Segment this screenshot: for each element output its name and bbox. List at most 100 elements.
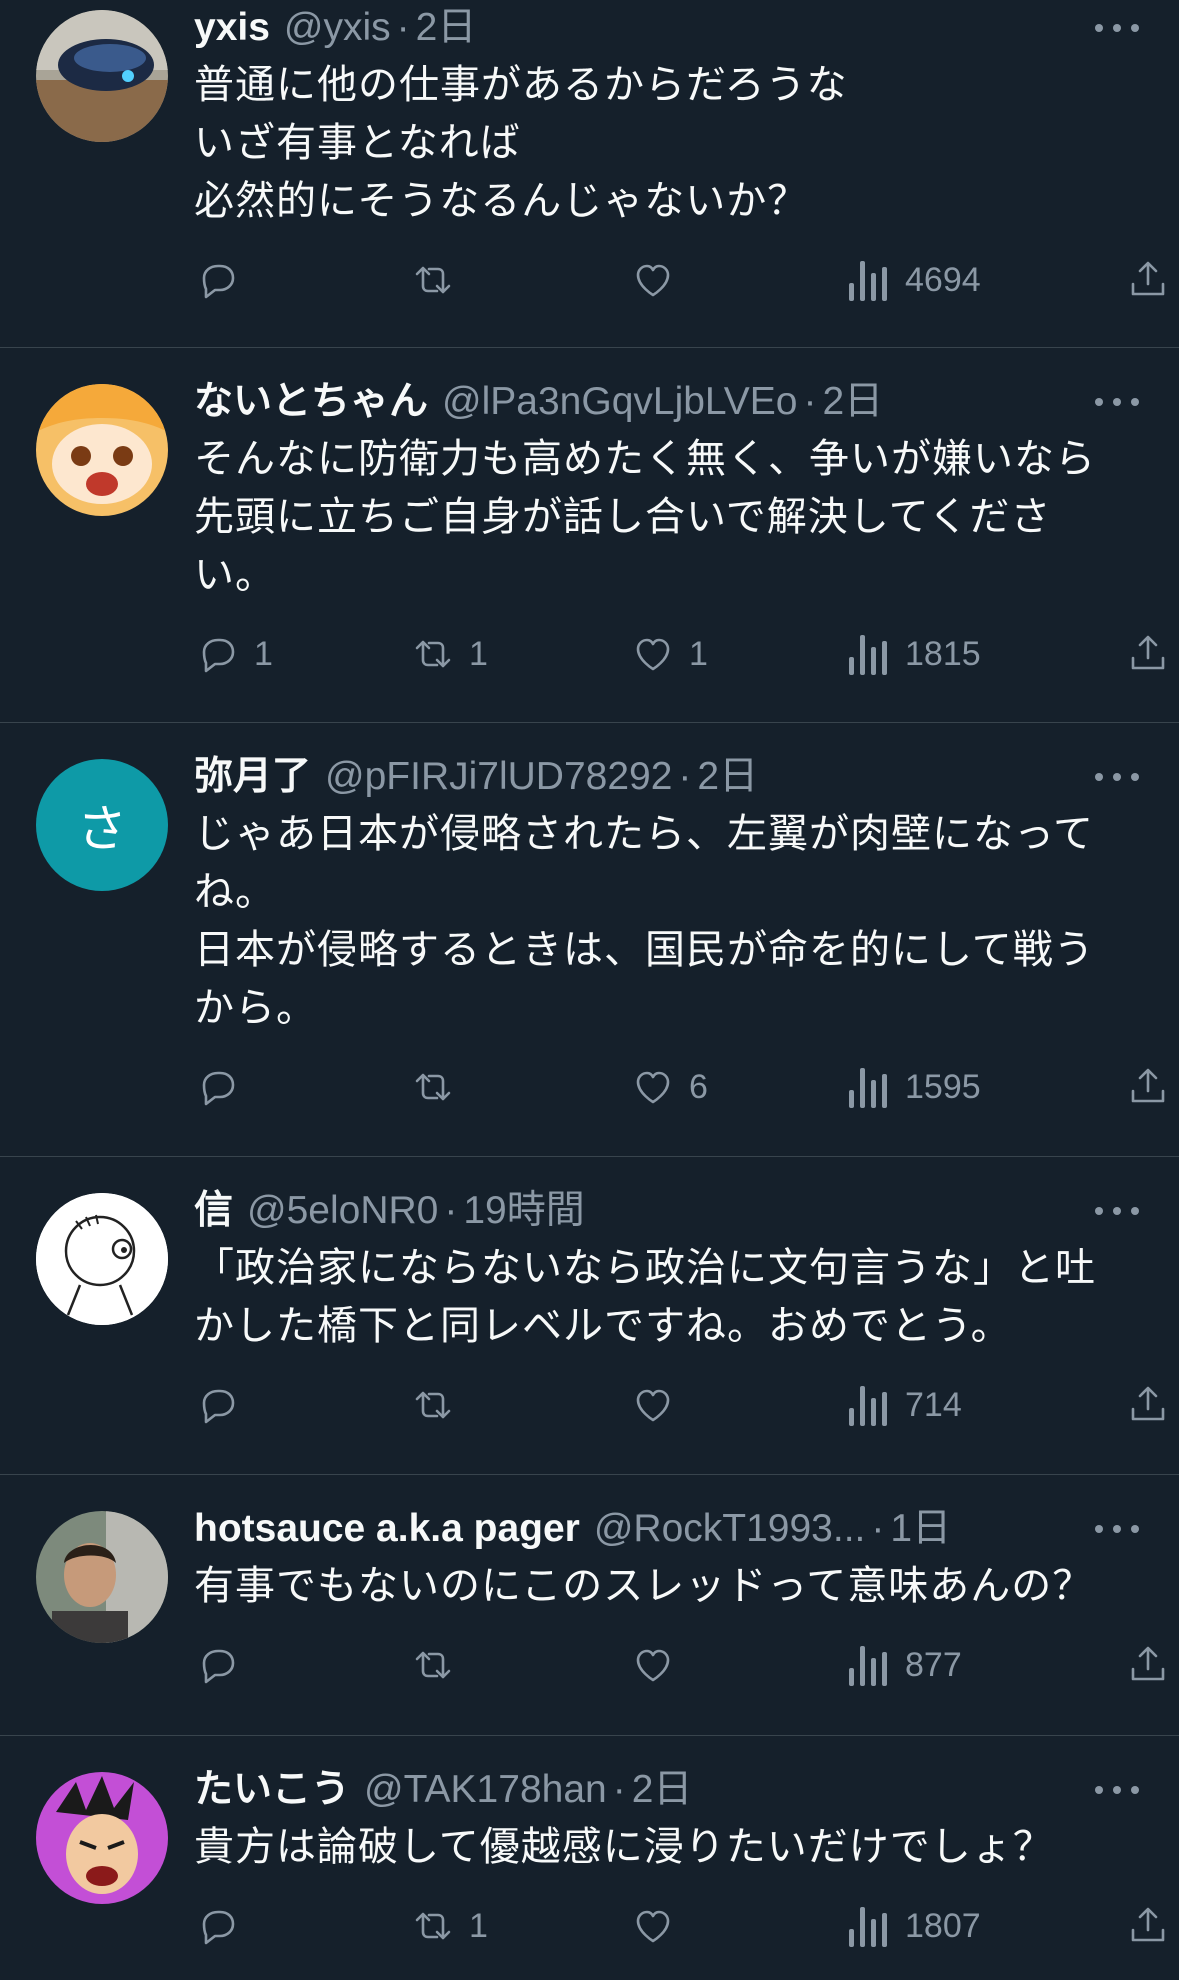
tweet[interactable]: hotsauce a.k.a pager @RockT1993... · 1日 … <box>0 1475 1179 1736</box>
separator-dot: · <box>803 380 817 423</box>
reply-button[interactable] <box>194 250 254 310</box>
like-button[interactable] <box>629 250 689 310</box>
views-button[interactable]: 1815 <box>849 624 981 684</box>
reply-button[interactable] <box>194 1896 254 1956</box>
retweet-icon <box>415 640 451 668</box>
timestamp[interactable]: 2日 <box>416 0 477 56</box>
retweet-count: 1 <box>469 634 488 673</box>
views-icon <box>849 1644 893 1686</box>
timestamp[interactable]: 2日 <box>697 749 758 805</box>
tweet-text: 有事でもないのにこのスレッドって意味あんの？ <box>194 1564 1094 1608</box>
reply-button[interactable] <box>194 1057 254 1117</box>
like-button[interactable] <box>629 1375 689 1435</box>
tweet-text: そんなに防衛力も高めたく無く、争いが嫌いなら 先頭に立ちご自身が話し合いで解決し… <box>194 437 1096 597</box>
display-name[interactable]: yxis <box>194 0 270 56</box>
retweet-button[interactable]: 1 <box>409 624 488 684</box>
action-bar: 4694 <box>194 250 1165 310</box>
tweet[interactable]: yxis @yxis · 2日 普通に他の仕事があるからだろうな いざ有事となれ… <box>0 0 1179 348</box>
display-name[interactable]: ないとちゃん <box>194 374 428 430</box>
more-options-icon[interactable] <box>1095 0 1139 56</box>
like-count: 6 <box>689 1067 708 1106</box>
avatar[interactable]: さ <box>36 759 168 891</box>
tweet[interactable]: 信 @5eloNR0 · 19時間 「政治家にならないなら政治に文句言うな」と吐… <box>0 1157 1179 1475</box>
tweet-header: ないとちゃん @lPa3nGqvLjbLVEo · 2日 <box>194 374 1143 430</box>
like-button[interactable] <box>629 1896 689 1956</box>
timestamp[interactable]: 2日 <box>632 1762 693 1818</box>
more-options-icon[interactable] <box>1095 749 1139 805</box>
user-handle[interactable]: @TAK178han <box>364 1762 607 1818</box>
retweet-icon <box>415 1073 451 1101</box>
view-count: 1815 <box>905 634 981 673</box>
share-button[interactable] <box>1124 624 1172 684</box>
reply-button[interactable] <box>194 1375 254 1435</box>
avatar[interactable] <box>36 10 168 142</box>
separator-dot: · <box>612 1768 626 1811</box>
retweet-button[interactable]: 1 <box>409 1896 488 1956</box>
more-options-icon[interactable] <box>1095 1501 1139 1557</box>
action-bar: 714 <box>194 1375 1165 1435</box>
views-button[interactable]: 1807 <box>849 1896 981 1956</box>
like-button[interactable]: 1 <box>629 624 708 684</box>
views-button[interactable]: 877 <box>849 1635 962 1695</box>
share-button[interactable] <box>1124 1375 1172 1435</box>
share-button[interactable] <box>1124 250 1172 310</box>
display-name[interactable]: たいこう <box>194 1762 350 1818</box>
user-handle[interactable]: @yxis <box>284 0 391 56</box>
retweet-button[interactable] <box>409 1375 469 1435</box>
like-button[interactable]: 6 <box>629 1057 708 1117</box>
timestamp[interactable]: 2日 <box>822 374 883 430</box>
user-handle[interactable]: @lPa3nGqvLjbLVEo <box>442 374 797 430</box>
retweet-button[interactable] <box>409 250 469 310</box>
more-options-icon[interactable] <box>1095 374 1139 430</box>
action-bar: 877 <box>194 1635 1165 1695</box>
tweet[interactable]: さ 弥月了 @pFIRJi7lUD78292 · 2日 じゃあ日本が侵略されたら… <box>0 723 1179 1157</box>
retweet-icon <box>415 1391 451 1419</box>
share-icon <box>1131 1386 1165 1421</box>
reply-icon <box>202 1649 235 1684</box>
timestamp[interactable]: 1日 <box>890 1501 951 1557</box>
user-handle[interactable]: @RockT1993... <box>594 1501 866 1557</box>
retweet-button[interactable] <box>409 1635 469 1695</box>
retweet-icon <box>415 266 451 294</box>
avatar[interactable] <box>36 1772 168 1904</box>
views-button[interactable]: 1595 <box>849 1057 981 1117</box>
avatar[interactable] <box>36 1193 168 1325</box>
more-options-icon[interactable] <box>1095 1762 1139 1818</box>
tweet[interactable]: たいこう @TAK178han · 2日 貴方は論破して優越感に浸りたいだけでし… <box>0 1736 1179 1980</box>
reply-button[interactable] <box>194 1635 254 1695</box>
avatar-letter: さ <box>77 801 127 857</box>
display-name[interactable]: 弥月了 <box>194 749 311 805</box>
reply-icon <box>202 638 235 673</box>
tweet-content: たいこう @TAK178han · 2日 貴方は論破して優越感に浸りたいだけでし… <box>194 1736 1165 1956</box>
separator-dot: · <box>871 1507 885 1550</box>
views-icon <box>849 1066 893 1108</box>
separator-dot: · <box>678 755 692 798</box>
retweet-button[interactable] <box>409 1057 469 1117</box>
retweet-count: 1 <box>469 1906 488 1945</box>
views-button[interactable]: 714 <box>849 1375 962 1435</box>
more-options-icon[interactable] <box>1095 1183 1139 1239</box>
share-button[interactable] <box>1124 1896 1172 1956</box>
user-handle[interactable]: @pFIRJi7lUD78292 <box>325 749 672 805</box>
timestamp[interactable]: 19時間 <box>463 1183 584 1239</box>
avatar[interactable] <box>36 1511 168 1643</box>
tweet[interactable]: ないとちゃん @lPa3nGqvLjbLVEo · 2日 そんなに防衛力も高めた… <box>0 348 1179 723</box>
views-icon <box>849 259 893 301</box>
retweet-icon <box>415 1651 451 1679</box>
reply-icon <box>202 1389 235 1424</box>
like-button[interactable] <box>629 1635 689 1695</box>
share-button[interactable] <box>1124 1057 1172 1117</box>
tweet-content: yxis @yxis · 2日 普通に他の仕事があるからだろうな いざ有事となれ… <box>194 0 1165 310</box>
avatar[interactable] <box>36 384 168 516</box>
reply-button[interactable]: 1 <box>194 624 273 684</box>
user-handle[interactable]: @5eloNR0 <box>247 1183 438 1239</box>
heart-icon <box>636 1071 670 1104</box>
heart-icon <box>636 1649 670 1682</box>
share-icon <box>1131 635 1165 670</box>
like-count: 1 <box>689 634 708 673</box>
display-name[interactable]: hotsauce a.k.a pager <box>194 1501 580 1557</box>
display-name[interactable]: 信 <box>194 1183 233 1239</box>
share-button[interactable] <box>1124 1635 1172 1695</box>
tweet-text: じゃあ日本が侵略されたら、左翼が肉壁になって ね。 日本が侵略するときは、国民が… <box>194 812 1095 1030</box>
views-button[interactable]: 4694 <box>849 250 981 310</box>
